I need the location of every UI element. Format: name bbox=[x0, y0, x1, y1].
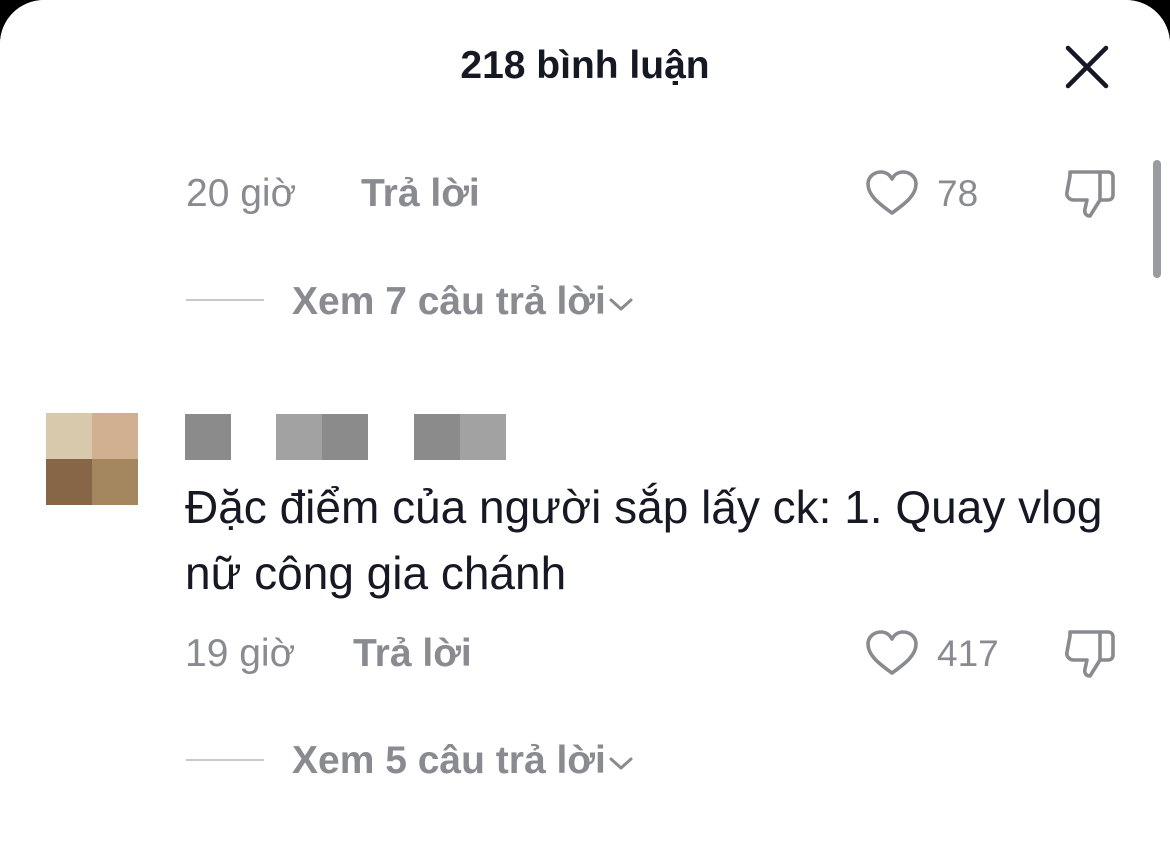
view-replies-button[interactable]: Xem 5 câu trả lời bbox=[292, 739, 634, 783]
comment-time: 19 giờ bbox=[185, 632, 296, 675]
chevron-down-icon bbox=[609, 298, 633, 311]
scrollbar[interactable] bbox=[1153, 160, 1161, 278]
avatar[interactable] bbox=[46, 413, 138, 505]
replies-divider bbox=[186, 299, 264, 301]
avatar-pixel bbox=[92, 413, 138, 459]
heart-outline-icon[interactable] bbox=[864, 166, 920, 222]
like-count: 417 bbox=[937, 633, 999, 674]
view-replies-button[interactable]: Xem 7 câu trả lời bbox=[292, 280, 634, 324]
avatar-pixel bbox=[92, 459, 138, 505]
reply-button[interactable]: Trả lời bbox=[361, 172, 480, 216]
chevron-down-icon bbox=[609, 757, 633, 770]
close-icon[interactable] bbox=[1062, 42, 1112, 92]
comment-count-title: 218 bình luận bbox=[460, 44, 710, 87]
username-blurred[interactable] bbox=[185, 414, 515, 466]
heart-outline-icon[interactable] bbox=[864, 626, 920, 682]
thumbs-down-icon[interactable] bbox=[1062, 626, 1118, 682]
avatar-pixel bbox=[46, 413, 92, 459]
comment-time: 20 giờ bbox=[186, 172, 297, 215]
reply-button[interactable]: Trả lời bbox=[353, 632, 472, 676]
view-replies-label: Xem 5 câu trả lời bbox=[292, 739, 606, 782]
comment-text: Đặc điểm của người sắp lấy ck: 1. Quay v… bbox=[185, 481, 1103, 599]
avatar-pixel bbox=[46, 459, 92, 505]
replies-divider bbox=[186, 759, 264, 761]
view-replies-label: Xem 7 câu trả lời bbox=[292, 280, 606, 323]
comments-sheet: 218 bình luận 20 giờ Trả lời 78 Xem 7 câ… bbox=[0, 0, 1170, 847]
like-count: 78 bbox=[937, 173, 979, 214]
thumbs-down-icon[interactable] bbox=[1062, 166, 1118, 222]
